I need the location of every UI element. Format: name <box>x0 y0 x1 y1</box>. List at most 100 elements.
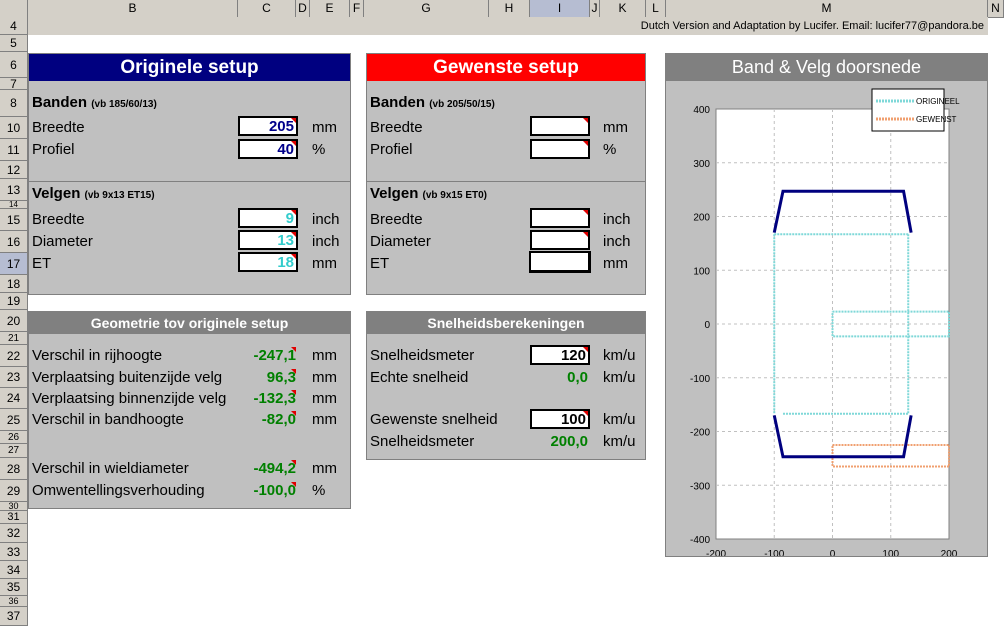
row-header-32[interactable]: 32 <box>0 524 27 543</box>
row-header-35[interactable]: 35 <box>0 579 27 596</box>
y-tick-label: -300 <box>690 481 710 492</box>
row-header-29[interactable]: 29 <box>0 480 27 502</box>
row-header-10[interactable]: 10 <box>0 117 27 139</box>
row-header-5[interactable]: 5 <box>0 35 27 52</box>
original-et-input[interactable]: 18 <box>238 252 298 272</box>
select-all-corner[interactable] <box>0 0 28 17</box>
original-profile-input[interactable]: 40 <box>238 139 298 159</box>
desired-divider <box>367 181 645 182</box>
geometry-row-value: -494,2 <box>228 460 296 477</box>
column-header-m[interactable]: M <box>666 0 988 17</box>
original-profile-label: Profiel <box>32 141 75 158</box>
column-header-l[interactable]: L <box>646 0 666 17</box>
column-header-e[interactable]: E <box>310 0 350 17</box>
geometry-row-value: -247,1 <box>228 347 296 364</box>
row-header-16[interactable]: 16 <box>0 231 27 253</box>
row-header-18[interactable]: 18 <box>0 275 27 293</box>
desired-profile-label: Profiel <box>370 141 413 158</box>
column-header-g[interactable]: G <box>364 0 489 17</box>
row-header-23[interactable]: 23 <box>0 367 27 388</box>
desired-width-unit: mm <box>603 119 628 136</box>
row-header-24[interactable]: 24 <box>0 388 27 409</box>
row-header-22[interactable]: 22 <box>0 345 27 367</box>
desired-profile-input[interactable] <box>530 139 590 159</box>
row-header-15[interactable]: 15 <box>0 209 27 231</box>
row-header-31[interactable]: 31 <box>0 511 27 524</box>
original-rim-width-unit: inch <box>312 211 340 228</box>
row-header-37[interactable]: 37 <box>0 607 27 626</box>
row-header-4[interactable]: 4 <box>0 17 27 35</box>
column-header-i[interactable]: I <box>530 0 590 17</box>
desired-diameter-label: Diameter <box>370 233 431 250</box>
desired-tire-width-input[interactable] <box>530 116 590 136</box>
geometry-row-value: -132,3 <box>228 390 296 407</box>
desired-diameter-unit: inch <box>603 233 631 250</box>
row-header-33[interactable]: 33 <box>0 543 27 561</box>
desired-diameter-input[interactable] <box>530 230 590 250</box>
geometry-row-label: Verplaatsing buitenzijde velg <box>32 369 223 386</box>
row-header-8[interactable]: 8 <box>0 90 27 117</box>
geometry-row-value: 96,3 <box>228 369 296 386</box>
desired-width-label: Breedte <box>370 119 423 136</box>
row-header-28[interactable]: 28 <box>0 458 27 480</box>
row-header-19[interactable]: 19 <box>0 293 27 310</box>
chart-title: Band & Velg doorsnede <box>666 54 987 81</box>
geometry-panel: Geometrie tov originele setup Verschil i… <box>28 311 351 509</box>
column-header-j[interactable]: J <box>590 0 600 17</box>
desired-rims-title: Velgen <box>370 185 419 202</box>
row-header-27[interactable]: 27 <box>0 444 27 458</box>
desired-et-label: ET <box>370 255 390 272</box>
geometry-title: Geometrie tov originele setup <box>29 312 350 334</box>
row-header-30[interactable]: 30 <box>0 502 27 511</box>
cross-section-chart[interactable]: -400 -300 -200 -100 0 100 200 300 400 -200 -100 0 10… <box>666 81 987 556</box>
desired-rims-example: (vb 9x15 ET0) <box>422 190 488 201</box>
x-tick-label: -100 <box>764 549 784 556</box>
original-rim-width-label: Breedte <box>32 211 85 228</box>
column-header-c[interactable]: C <box>238 0 296 17</box>
original-profile-unit: % <box>312 141 326 158</box>
column-header-h[interactable]: H <box>489 0 530 17</box>
desired-tires-title: Banden <box>370 94 426 111</box>
x-tick-label: 200 <box>941 549 958 556</box>
row-header-25[interactable]: 25 <box>0 409 27 431</box>
y-tick-label: 400 <box>693 105 710 116</box>
row-header-21[interactable]: 21 <box>0 332 27 345</box>
desired-et-input[interactable] <box>529 251 591 273</box>
row-header-12[interactable]: 12 <box>0 161 27 179</box>
geometry-row-value: -100,0 <box>228 482 296 499</box>
row-header-26[interactable]: 26 <box>0 431 27 444</box>
real-speed-unit: km/u <box>603 369 636 386</box>
row-header-11[interactable]: 11 <box>0 139 27 161</box>
original-width-label: Breedte <box>32 119 85 136</box>
original-et-unit: mm <box>312 255 337 272</box>
y-tick-label: -100 <box>690 374 710 385</box>
real-speed-label: Echte snelheid <box>370 369 469 386</box>
desired-setup-panel: Gewenste setup Banden (vb 205/50/15) Bre… <box>366 53 646 295</box>
row-header-20[interactable]: 20 <box>0 310 27 332</box>
column-header-b[interactable]: B <box>28 0 238 17</box>
desired-rim-width-label: Breedte <box>370 211 423 228</box>
original-rim-width-input[interactable]: 9 <box>238 208 298 228</box>
row-header-34[interactable]: 34 <box>0 561 27 579</box>
original-tire-width-input[interactable]: 205 <box>238 116 298 136</box>
column-header-f[interactable]: F <box>350 0 364 17</box>
geometry-row-label: Verplaatsing binnenzijde velg <box>32 390 227 407</box>
column-header-d[interactable]: D <box>296 0 310 17</box>
original-diameter-input[interactable]: 13 <box>238 230 298 250</box>
chart-panel[interactable]: Band & Velg doorsnede -400 -300 -200 -100 0 1… <box>665 53 988 557</box>
row-header-17[interactable]: 17 <box>0 253 27 275</box>
row-header-14[interactable]: 14 <box>0 201 27 209</box>
original-divider <box>29 181 350 182</box>
column-header-k[interactable]: K <box>600 0 646 17</box>
row-header-6[interactable]: 6 <box>0 52 27 78</box>
original-tires-title: Banden <box>32 94 88 111</box>
geometry-row-unit: mm <box>312 390 337 407</box>
row-header-13[interactable]: 13 <box>0 179 27 201</box>
desired-rim-width-input[interactable] <box>530 208 590 228</box>
row-header-7[interactable]: 7 <box>0 78 27 90</box>
legend-label: ORIGINEEL <box>916 97 960 106</box>
row-header-36[interactable]: 36 <box>0 596 27 607</box>
column-header-n[interactable]: N <box>988 0 1004 17</box>
desired-speed-input[interactable]: 100 <box>530 409 590 429</box>
speedometer-input[interactable]: 120 <box>530 345 590 365</box>
